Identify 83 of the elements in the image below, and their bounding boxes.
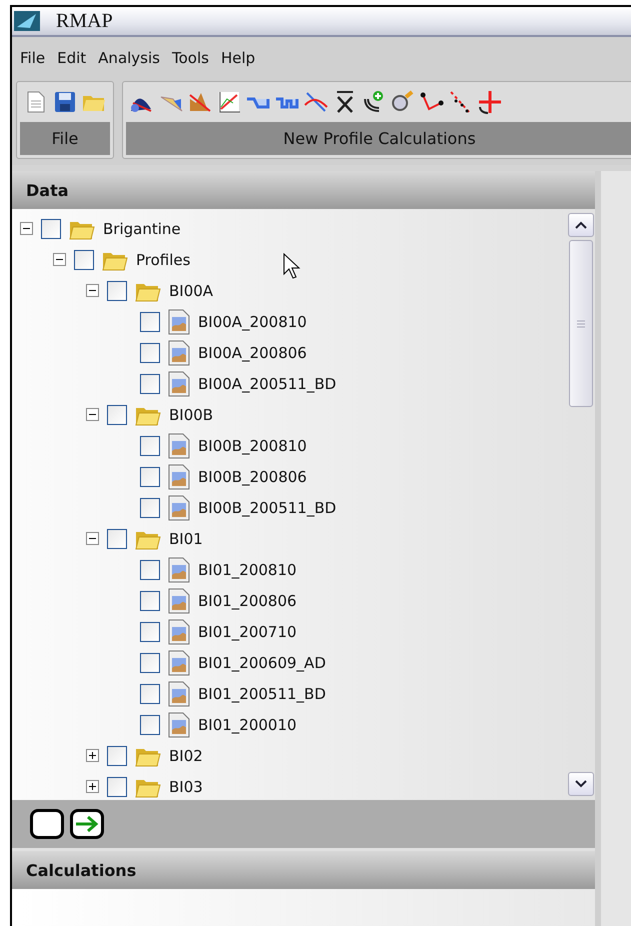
collapse-toggle[interactable]: [20, 222, 33, 235]
expand-toggle[interactable]: [86, 749, 99, 762]
tree-item[interactable]: BI00A_200806: [198, 344, 307, 362]
tree-item[interactable]: BI00B_200511_BD: [198, 498, 336, 516]
mouse-pointer-icon: [283, 253, 301, 279]
window-title: RMAP: [56, 10, 113, 32]
profile-file-icon: [168, 712, 190, 738]
collapse-toggle[interactable]: [86, 284, 99, 297]
collapse-toggle[interactable]: [53, 253, 66, 266]
caret-up-icon: [575, 221, 587, 229]
profile-file-icon: [168, 464, 190, 490]
menu-item[interactable]: File: [16, 47, 50, 69]
scroll-up-button[interactable]: [568, 213, 594, 237]
tree-checkbox[interactable]: [140, 560, 160, 580]
tree-checkbox[interactable]: [107, 528, 127, 548]
toolbar-group-label: New Profile Calculations: [126, 122, 631, 155]
grip-icon: [576, 320, 586, 328]
profile-file-icon: [168, 680, 190, 706]
tree-checkbox[interactable]: [107, 280, 127, 300]
tree-checkbox[interactable]: [140, 498, 160, 518]
profile-file-icon: [168, 556, 190, 582]
caret-down-icon: [575, 780, 587, 788]
tree-checkbox[interactable]: [140, 374, 160, 394]
profile-file-icon: [168, 340, 190, 366]
profile-file-icon: [168, 650, 190, 676]
tree-item[interactable]: BI01_200710: [198, 622, 297, 640]
panel-header: Data: [12, 171, 595, 209]
arrow-button[interactable]: [70, 809, 104, 839]
profile-file-icon: [168, 618, 190, 644]
tree-checkbox[interactable]: [107, 746, 127, 766]
tree-checkbox[interactable]: [74, 250, 94, 270]
tree-checkbox[interactable]: [107, 776, 127, 796]
tree-item[interactable]: BI01_200010: [198, 716, 297, 734]
tree-checkbox[interactable]: [140, 652, 160, 672]
menu-item[interactable]: Edit: [53, 47, 90, 69]
plus-icon: [88, 751, 97, 760]
scroll-down-button[interactable]: [568, 772, 594, 796]
arrow-icon: [75, 815, 99, 833]
tree-checkbox[interactable]: [140, 714, 160, 734]
tree-checkbox[interactable]: [140, 466, 160, 486]
toolbar-group-label: File: [20, 122, 110, 155]
profile-file-icon: [168, 494, 190, 520]
menu-item[interactable]: Help: [216, 47, 260, 69]
scrollbar-thumb[interactable]: [569, 240, 593, 407]
tree-checkbox[interactable]: [140, 684, 160, 704]
menu-item[interactable]: Tools: [168, 47, 213, 69]
tree-item[interactable]: BI00B_200810: [198, 436, 307, 454]
tree-item[interactable]: BI00A: [169, 282, 214, 300]
tree-item[interactable]: BI00B: [169, 406, 214, 424]
tree-item[interactable]: BI02: [169, 746, 203, 764]
tree-item[interactable]: Profiles: [136, 250, 190, 268]
tree-item[interactable]: BI03: [169, 778, 203, 796]
collapse-toggle[interactable]: [86, 408, 99, 421]
tree-item[interactable]: BI01_200511_BD: [198, 684, 326, 702]
tree-checkbox[interactable]: [41, 218, 61, 238]
tree-item[interactable]: BI00A_200810: [198, 312, 307, 330]
tree-item[interactable]: Brigantine: [103, 220, 181, 238]
tree-checkbox[interactable]: [107, 404, 127, 424]
profile-file-icon: [168, 432, 190, 458]
tree-item[interactable]: BI00B_200806: [198, 468, 307, 486]
move-icon[interactable]: [477, 89, 503, 115]
profile-file-icon: [168, 308, 190, 334]
expand-toggle[interactable]: [86, 780, 99, 793]
collapse-toggle[interactable]: [86, 532, 99, 545]
tree-item[interactable]: BI01: [169, 530, 203, 548]
tree-item[interactable]: BI01_200810: [198, 560, 297, 578]
save-icon[interactable]: [52, 89, 78, 115]
tree-item[interactable]: BI01_200609_AD: [198, 654, 326, 672]
chart-icon[interactable]: [216, 89, 242, 115]
tree-checkbox[interactable]: [140, 590, 160, 610]
tree-checkbox[interactable]: [140, 342, 160, 362]
tree-checkbox[interactable]: [140, 312, 160, 332]
tree-item[interactable]: BI01_200806: [198, 592, 297, 610]
blank-button[interactable]: [30, 809, 64, 839]
menu-item[interactable]: Analysis: [94, 47, 164, 69]
profile-file-icon: [168, 370, 190, 396]
panel-header: Calculations: [12, 851, 595, 889]
tree-checkbox[interactable]: [140, 436, 160, 456]
tree-item[interactable]: BI00A_200511_BD: [198, 374, 336, 392]
app-logo-icon: [14, 11, 40, 31]
plus-icon: [88, 782, 97, 791]
tree-checkbox[interactable]: [140, 622, 160, 642]
profile-file-icon: [168, 588, 190, 614]
